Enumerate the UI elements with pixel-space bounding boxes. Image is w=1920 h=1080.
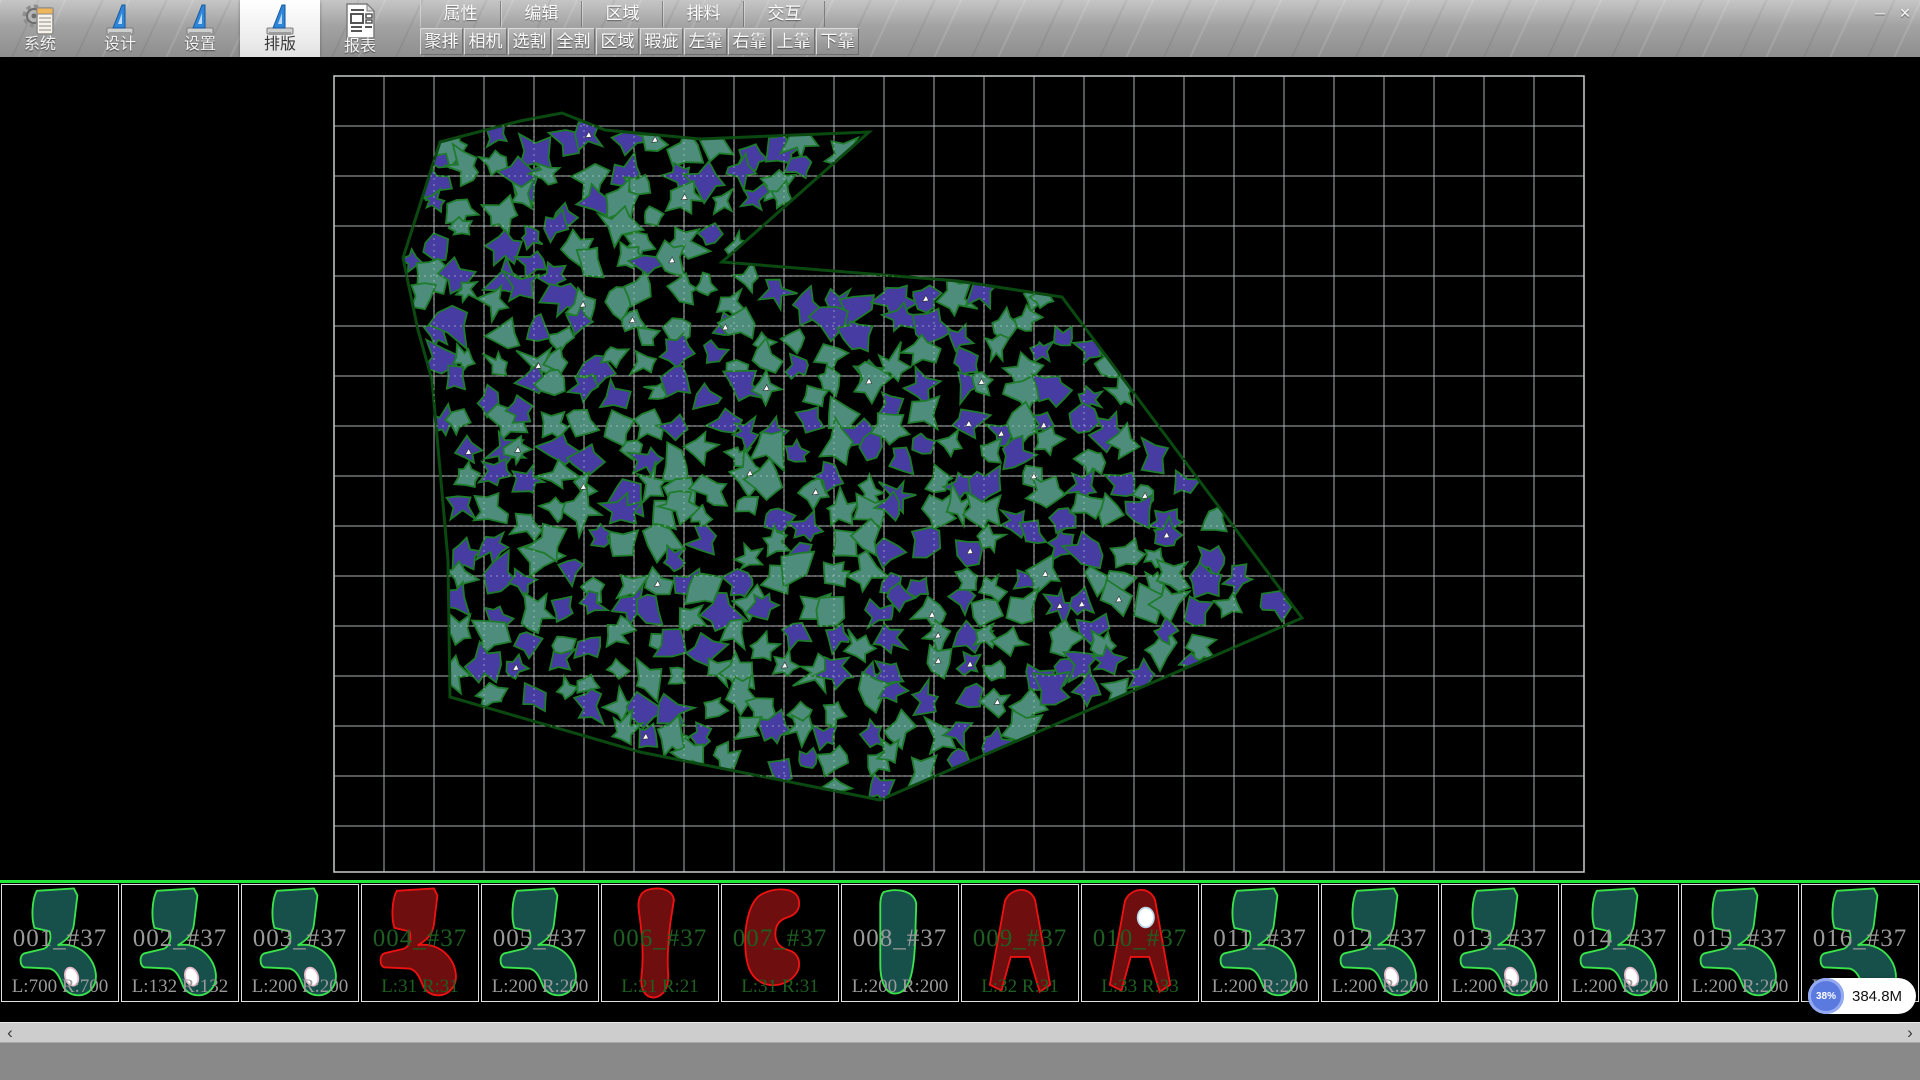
progress-percent: 38%: [1816, 991, 1836, 1002]
toolbar-tab-label: 设置: [184, 37, 216, 53]
piece-lr-label: L:32 R:31: [962, 976, 1078, 998]
piece-lr-label: L:200 R:200: [1322, 976, 1438, 998]
piece-lr-label: L:31 R:31: [362, 976, 478, 998]
piece-lr-label: L:31 R:31: [722, 976, 838, 998]
close-button[interactable]: ✕: [1894, 3, 1916, 24]
pieces-strip: 001_#37L:700 R:700002_#37L:132 R:132003_…: [0, 880, 1920, 1022]
tool-button-5[interactable]: 区域: [596, 28, 639, 55]
piece-id-label: 010_#37: [1082, 925, 1198, 953]
tool-button-10[interactable]: 下靠: [816, 28, 859, 55]
piece-id-label: 001_#37: [2, 925, 118, 953]
piece-id-label: 005_#37: [482, 925, 598, 953]
piece-thumbnail[interactable]: 001_#37 L:700 R:700: [1, 884, 119, 1002]
toolbar-tab-5[interactable]: 报表: [320, 0, 400, 57]
set-square-icon: [181, 2, 219, 38]
piece-lr-label: L:132 R:132: [122, 976, 238, 998]
piece-id-label: 009_#37: [962, 925, 1078, 953]
piece-thumbnail[interactable]: 008_#37 L:200 R:200: [841, 884, 959, 1002]
scroll-left-arrow[interactable]: ‹: [2, 1023, 18, 1043]
progress-percent-circle: 38%: [1808, 978, 1844, 1014]
tool-button-6[interactable]: 瑕疵: [640, 28, 683, 55]
horizontal-scrollbar[interactable]: ‹ ›: [0, 1022, 1920, 1043]
toolbar-tab-label: 设计: [104, 37, 136, 53]
toolbar-tab-4[interactable]: 排版: [240, 0, 320, 57]
titlebar: 系统 设计 设置 排版 报表 属性编辑区域排料交互 聚排相机选割全割区域瑕疵左靠右靠上靠…: [0, 0, 1920, 57]
minimize-button[interactable]: ─: [1869, 3, 1891, 24]
main-toolbar: 系统 设计 设置 排版 报表: [0, 0, 400, 57]
tool-button-7[interactable]: 左靠: [684, 28, 727, 55]
nesting-canvas[interactable]: [0, 57, 1920, 880]
set-square-icon: [261, 2, 299, 38]
piece-thumbnail[interactable]: 006_#37 L:21 R:21: [601, 884, 719, 1002]
piece-thumbnail-list: 001_#37L:700 R:700002_#37L:132 R:132003_…: [1, 884, 1920, 1002]
menu-row-tools: 聚排相机选割全割区域瑕疵左靠右靠上靠下靠: [420, 28, 860, 56]
toolbar-tab-label: 排版: [264, 37, 296, 53]
piece-id-label: 007_#37: [722, 925, 838, 953]
piece-lr-label: L:200 R:200: [1202, 976, 1318, 998]
menu-item-3[interactable]: 区域: [582, 1, 663, 27]
strip-divider-line: [0, 880, 1920, 883]
piece-thumbnail[interactable]: 009_#37 L:32 R:31: [961, 884, 1079, 1002]
piece-id-label: 014_#37: [1562, 925, 1678, 953]
piece-lr-label: L:200 R:200: [1562, 976, 1678, 998]
piece-thumbnail[interactable]: 012_#37 L:200 R:200: [1321, 884, 1439, 1002]
piece-lr-label: L:200 R:200: [1442, 976, 1558, 998]
piece-thumbnail[interactable]: 015_#37 L:200 R:200: [1681, 884, 1799, 1002]
piece-thumbnail[interactable]: 011_#37 L:200 R:200: [1201, 884, 1319, 1002]
piece-id-label: 011_#37: [1202, 925, 1318, 953]
piece-id-label: 004_#37: [362, 925, 478, 953]
piece-lr-label: L:200 R:200: [842, 976, 958, 998]
piece-thumbnail[interactable]: 005_#37 L:200 R:200: [481, 884, 599, 1002]
piece-lr-label: L:21 R:21: [602, 976, 718, 998]
piece-lr-label: L:700 R:700: [2, 976, 118, 998]
piece-thumbnail[interactable]: 003_#37 L:200 R:200: [241, 884, 359, 1002]
tool-button-1[interactable]: 聚排: [420, 28, 463, 55]
piece-id-label: 006_#37: [602, 925, 718, 953]
menu-item-4[interactable]: 排料: [663, 1, 744, 27]
piece-id-label: 008_#37: [842, 925, 958, 953]
toolbar-tab-label: 报表: [344, 39, 376, 55]
report-doc-icon: [342, 2, 378, 40]
piece-thumbnail[interactable]: 014_#37 L:200 R:200: [1561, 884, 1679, 1002]
menu-row-top: 属性编辑区域排料交互: [420, 1, 825, 27]
set-square-icon: [101, 2, 139, 38]
piece-id-label: 002_#37: [122, 925, 238, 953]
tool-button-9[interactable]: 上靠: [772, 28, 815, 55]
piece-lr-label: L:200 R:200: [1682, 976, 1798, 998]
memory-size-label: 384.8M: [1852, 988, 1902, 1005]
piece-id-label: 012_#37: [1322, 925, 1438, 953]
toolbar-tab-1[interactable]: 系统: [0, 0, 80, 57]
piece-thumbnail[interactable]: 004_#37 L:31 R:31: [361, 884, 479, 1002]
tool-button-2[interactable]: 相机: [464, 28, 507, 55]
progress-badge[interactable]: 38% 384.8M: [1808, 978, 1916, 1014]
piece-id-label: 013_#37: [1442, 925, 1558, 953]
tool-button-4[interactable]: 全割: [552, 28, 595, 55]
piece-thumbnail[interactable]: 010_#37 L:33 R:33: [1081, 884, 1199, 1002]
gear-notebook-icon: [20, 2, 60, 38]
tool-button-8[interactable]: 右靠: [728, 28, 771, 55]
piece-id-label: 015_#37: [1682, 925, 1798, 953]
scroll-right-arrow[interactable]: ›: [1902, 1023, 1918, 1043]
application-window: 系统 设计 设置 排版 报表 属性编辑区域排料交互 聚排相机选割全割区域瑕疵左靠右靠上靠…: [0, 0, 1920, 1080]
piece-id-label: 003_#37: [242, 925, 358, 953]
window-controls: ─ ✕: [1869, 3, 1916, 24]
menu-item-2[interactable]: 编辑: [501, 1, 582, 27]
piece-thumbnail[interactable]: 013_#37 L:200 R:200: [1441, 884, 1559, 1002]
menu-item-1[interactable]: 属性: [420, 1, 501, 27]
menu-area: 属性编辑区域排料交互 聚排相机选割全割区域瑕疵左靠右靠上靠下靠: [420, 0, 1860, 57]
piece-thumbnail[interactable]: 007_#37 L:31 R:31: [721, 884, 839, 1002]
piece-id-label: 016_#37: [1802, 925, 1918, 953]
toolbar-tab-label: 系统: [24, 37, 56, 53]
nesting-drawing: [0, 57, 1920, 880]
toolbar-tab-3[interactable]: 设置: [160, 0, 240, 57]
menu-item-5[interactable]: 交互: [744, 1, 825, 27]
piece-thumbnail[interactable]: 002_#37 L:132 R:132: [121, 884, 239, 1002]
piece-lr-label: L:200 R:200: [482, 976, 598, 998]
status-bar: [0, 1042, 1920, 1080]
piece-lr-label: L:200 R:200: [242, 976, 358, 998]
piece-lr-label: L:33 R:33: [1082, 976, 1198, 998]
toolbar-tab-2[interactable]: 设计: [80, 0, 160, 57]
tool-button-3[interactable]: 选割: [508, 28, 551, 55]
